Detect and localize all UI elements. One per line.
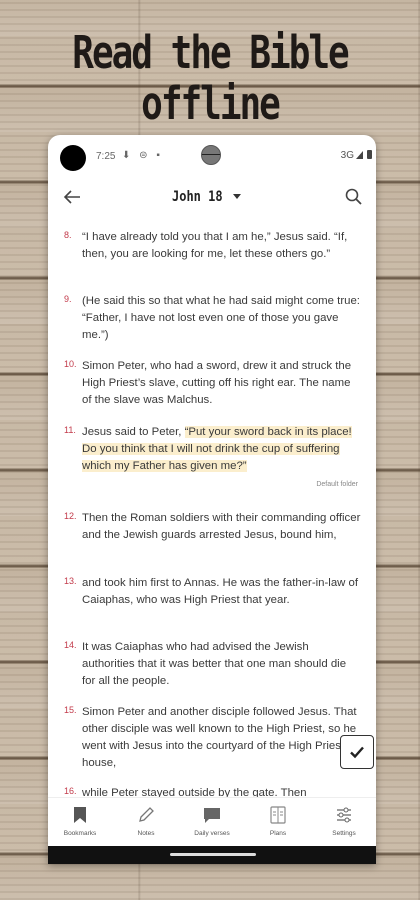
verse-number: 8. [64,230,72,240]
signal-icon [356,151,363,159]
tab-bookmarks[interactable]: Bookmarks [49,804,111,837]
checkmark-icon [350,746,364,759]
promo-banner-title: Read the Bible offline [72,27,349,131]
battery-icon [367,150,372,159]
verse-number: 11. [64,425,76,435]
search-icon[interactable] [344,187,364,207]
tab-settings[interactable]: Settings [313,804,375,837]
verse-item[interactable]: 13. and took him first to Annas. He was … [64,575,362,609]
verse-text: (He said this so that what he had said m… [82,295,360,341]
status-bar: 7:25 ⬇ ⊜ ▪ 3G [48,135,376,175]
phone-screen: 7:25 ⬇ ⊜ ▪ 3G John 18 8. “I have already… [48,135,376,864]
tab-label: Plans [269,830,287,837]
verse-item[interactable]: 8. “I have already told you that I am he… [64,229,362,263]
tab-label: Notes [137,830,155,837]
verse-item[interactable]: 9. (He said this so that what he had sai… [64,293,362,344]
verse-text: “I have already told you that I am he,” … [82,231,348,260]
chapter-content[interactable]: 8. “I have already told you that I am he… [48,229,376,798]
verse-number: 14. [64,640,77,650]
tab-daily-verses[interactable]: Daily verses [181,804,243,837]
system-nav-bar [48,846,376,864]
verse-text: and took him first to Annas. He was the … [82,577,359,606]
chevron-down-icon [232,193,241,199]
chapter-title: John 18 [172,187,223,205]
pencil-icon [139,807,154,822]
status-time: 7:25 [96,151,116,162]
verse-text: Simon Peter, who had a sword, drew it an… [82,360,352,406]
network-type: 3G [340,150,354,161]
verse-number: 9. [64,294,72,304]
verse-item[interactable]: 15. Simon Peter and another disciple fol… [64,704,362,772]
verse-item[interactable]: 10. Simon Peter, who had a sword, drew i… [64,358,362,409]
front-sensor [201,145,221,165]
verse-item[interactable]: 12. Then the Roman soldiers with their c… [64,510,362,544]
verse-text: Simon Peter and another disciple followe… [82,706,357,769]
confirm-checkmark-button[interactable] [340,735,374,769]
verse-item[interactable]: 14. It was Caiaphas who had advised the … [64,639,362,690]
status-notification-icons: ⬇ ⊜ ▪ [122,150,163,161]
tab-plans[interactable]: Plans [247,804,309,837]
verse-item-highlighted[interactable]: 11. Jesus said to Peter, “Put your sword… [64,424,362,475]
sliders-icon [337,807,351,823]
verse-text: It was Caiaphas who had advised the Jewi… [82,641,347,687]
verse-number: 12. [64,511,77,521]
chapter-selector[interactable]: John 18 [172,187,241,205]
tab-label: Daily verses [194,830,230,837]
tab-label: Settings [332,830,356,837]
verse-number: 10. [64,359,77,369]
home-gesture-handle[interactable] [170,853,256,856]
tab-notes[interactable]: Notes [115,804,177,837]
chat-icon [204,808,220,823]
tab-label: Bookmarks [63,830,97,837]
back-arrow-icon[interactable] [60,185,84,209]
highlight-folder-label[interactable]: Default folder [316,481,358,488]
verse-text-plain: Jesus said to Peter, [82,426,185,438]
book-icon [270,806,286,824]
camera-hole [60,145,86,171]
verse-text: Then the Roman soldiers with their comma… [82,512,361,541]
verse-text: Jesus said to Peter, “Put your sword bac… [82,424,362,475]
bookmark-icon [74,807,86,823]
verse-number: 15. [64,705,77,715]
verse-number: 13. [64,576,77,586]
app-bar: John 18 [48,179,376,217]
